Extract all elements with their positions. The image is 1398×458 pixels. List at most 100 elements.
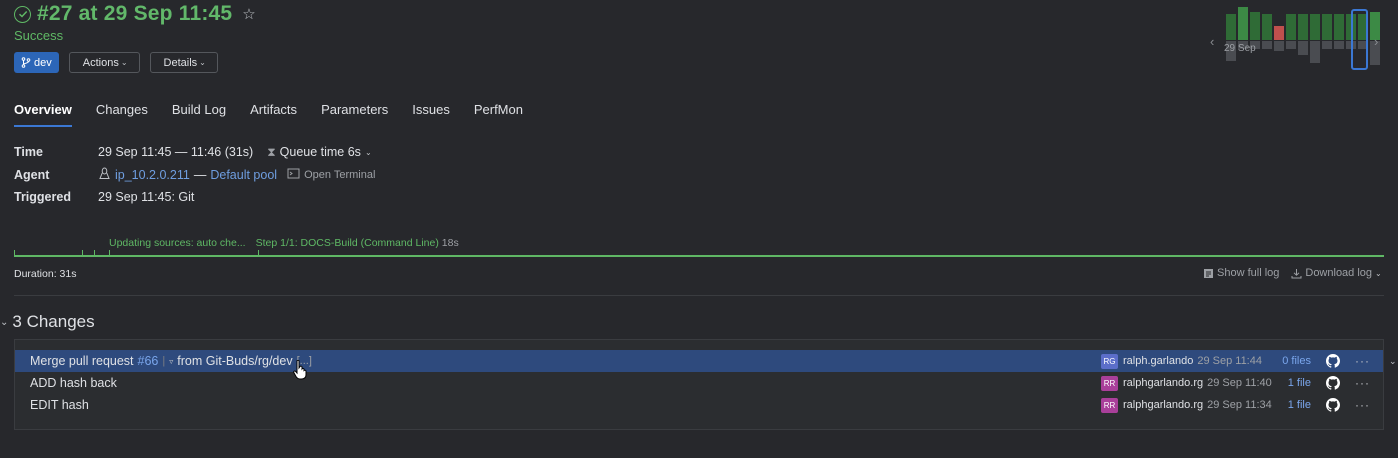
history-duration-bar <box>1274 41 1284 51</box>
time-value: 29 Sep 11:45 — 11:46 (31s) <box>98 145 254 160</box>
actions-button[interactable]: Actions ⌄ <box>68 52 140 73</box>
tab-parameters[interactable]: Parameters <box>321 102 388 127</box>
status-text: Success <box>14 28 64 43</box>
history-bar[interactable] <box>1322 14 1332 40</box>
chevron-right-icon[interactable]: › <box>1374 34 1378 49</box>
change-author[interactable]: ralph.garlando 29 Sep 11:44 <box>1123 355 1262 367</box>
change-row[interactable]: Merge pull request #66 | ▿ from Git-Buds… <box>15 350 1383 372</box>
build-title-row: #27 at 29 Sep 11:45 ☆ <box>14 2 256 26</box>
change-message: Merge pull request <box>30 354 134 368</box>
more-options-icon[interactable]: ··· <box>1355 398 1370 412</box>
avatar: RG <box>1101 353 1118 369</box>
avatar: RR <box>1101 375 1118 391</box>
history-duration-bar <box>1262 41 1272 49</box>
github-icon[interactable] <box>1326 398 1341 412</box>
tab-build-log[interactable]: Build Log <box>172 102 226 127</box>
change-message: ADD hash back <box>30 376 117 390</box>
more-options-icon[interactable]: ··· <box>1355 376 1370 390</box>
tab-changes[interactable]: Changes <box>96 102 148 127</box>
timeline-tick <box>82 250 83 255</box>
terminal-icon[interactable] <box>287 167 300 183</box>
author-name: ralphgarlando.rg <box>1123 377 1204 389</box>
chevron-down-icon: ⌄ <box>0 316 9 328</box>
changes-list: Merge pull request #66 | ▿ from Git-Buds… <box>14 339 1384 430</box>
change-row[interactable]: ADD hash back RR ralphgarlando.rg 29 Sep … <box>15 372 1383 394</box>
star-icon[interactable]: ☆ <box>242 5 255 23</box>
history-bar[interactable] <box>1334 14 1344 40</box>
chevron-down-icon[interactable]: ▿ <box>169 357 173 366</box>
history-bar[interactable] <box>1298 14 1308 40</box>
github-icon[interactable] <box>1326 354 1341 368</box>
timeline-tick <box>94 250 95 255</box>
github-icon[interactable] <box>1326 376 1341 390</box>
history-duration-bar <box>1286 41 1296 49</box>
history-bar[interactable] <box>1226 14 1236 40</box>
timeline-step-1[interactable]: Updating sources: auto che... <box>109 237 246 249</box>
build-history-chart[interactable]: ‹ 29 Sep › <box>1208 7 1383 74</box>
timeline-step-2-duration: 18s <box>441 237 459 249</box>
chevron-left-icon[interactable]: ‹ <box>1210 34 1214 49</box>
time-row: Time 29 Sep 11:45 — 11:46 (31s) ⧗ Queue … <box>14 141 375 164</box>
agent-pool-link[interactable]: Default pool <box>210 168 277 182</box>
timeline-step-2[interactable]: Step 1/1: DOCS-Build (Command Line) 18s <box>256 237 459 249</box>
history-bar[interactable] <box>1250 12 1260 40</box>
agent-name-link[interactable]: ip_10.2.0.211 <box>115 168 190 182</box>
history-duration-bar <box>1322 41 1332 49</box>
success-check-icon <box>14 5 31 23</box>
download-icon <box>1291 268 1302 278</box>
timeline-tick <box>14 250 15 255</box>
history-date-label: 29 Sep <box>1224 43 1256 54</box>
log-icon <box>1204 268 1213 278</box>
linux-icon <box>98 167 111 183</box>
change-message: EDIT hash <box>30 398 89 412</box>
details-button[interactable]: Details ⌄ <box>149 52 218 73</box>
files-link[interactable]: 0 files <box>1282 355 1311 367</box>
change-message-wrap[interactable]: ADD hash back <box>30 376 117 390</box>
history-bar[interactable] <box>1262 14 1272 40</box>
change-author[interactable]: ralphgarlando.rg 29 Sep 11:40 <box>1123 377 1272 389</box>
change-message-suffix: from Git-Buds/rg/dev <box>177 354 293 368</box>
divider <box>14 295 1384 296</box>
mouse-cursor-icon <box>293 359 307 385</box>
queue-time[interactable]: Queue time 6s <box>280 145 361 159</box>
show-full-log-link[interactable]: Show full log <box>1203 267 1279 279</box>
avatar: RR <box>1101 397 1118 413</box>
time-label: Time <box>14 145 43 160</box>
tab-overview[interactable]: Overview <box>14 102 72 127</box>
change-message-wrap[interactable]: EDIT hash <box>30 398 89 412</box>
actions-label: Actions <box>82 56 119 69</box>
log-links: Show full log Download log ⌄ <box>1203 267 1382 279</box>
open-terminal-link[interactable]: Open Terminal <box>304 169 375 181</box>
triggered-row: Triggered 29 Sep 11:45: Git <box>14 186 375 209</box>
change-message-wrap[interactable]: Merge pull request #66 | ▿ from Git-Buds… <box>30 354 312 368</box>
history-bar[interactable] <box>1286 14 1296 40</box>
files-link[interactable]: 1 file <box>1288 399 1311 411</box>
chevron-down-icon[interactable]: ⌄ <box>365 148 372 157</box>
download-log-label: Download log <box>1305 267 1373 279</box>
hourglass-icon: ⧗ <box>267 144 276 159</box>
header-buttons: dev Actions ⌄ Details ⌄ <box>14 52 218 73</box>
history-bar[interactable] <box>1310 14 1320 40</box>
change-time: 29 Sep 11:34 <box>1207 399 1272 411</box>
chevron-down-icon: ⌄ <box>120 58 128 67</box>
timeline-labels: Updating sources: auto che... Step 1/1: … <box>109 237 459 249</box>
change-row[interactable]: EDIT hash RR ralphgarlando.rg 29 Sep 11:3… <box>15 394 1383 416</box>
build-timeline[interactable] <box>14 250 1384 257</box>
branch-button[interactable]: dev <box>14 52 59 73</box>
files-link[interactable]: 1 file <box>1288 377 1311 389</box>
changes-header[interactable]: ⌄ 3 Changes <box>0 312 95 332</box>
chevron-down-icon[interactable]: ⌄ <box>1389 356 1397 367</box>
download-log-link[interactable]: Download log ⌄ <box>1291 267 1382 279</box>
chevron-down-icon: ⌄ <box>199 58 206 67</box>
history-bar[interactable] <box>1238 7 1248 40</box>
author-name: ralph.garlando <box>1123 355 1194 367</box>
timeline-tick <box>109 250 110 255</box>
pull-request-link[interactable]: #66 <box>138 354 159 368</box>
more-options-icon[interactable]: ··· <box>1355 354 1370 368</box>
page-title: #27 at 29 Sep 11:45 <box>37 2 233 25</box>
tab-issues[interactable]: Issues <box>412 102 450 127</box>
history-bar[interactable] <box>1274 26 1284 40</box>
change-author[interactable]: ralphgarlando.rg 29 Sep 11:34 <box>1123 399 1272 411</box>
tab-perfmon[interactable]: PerfMon <box>474 102 523 127</box>
tab-artifacts[interactable]: Artifacts <box>250 102 297 127</box>
